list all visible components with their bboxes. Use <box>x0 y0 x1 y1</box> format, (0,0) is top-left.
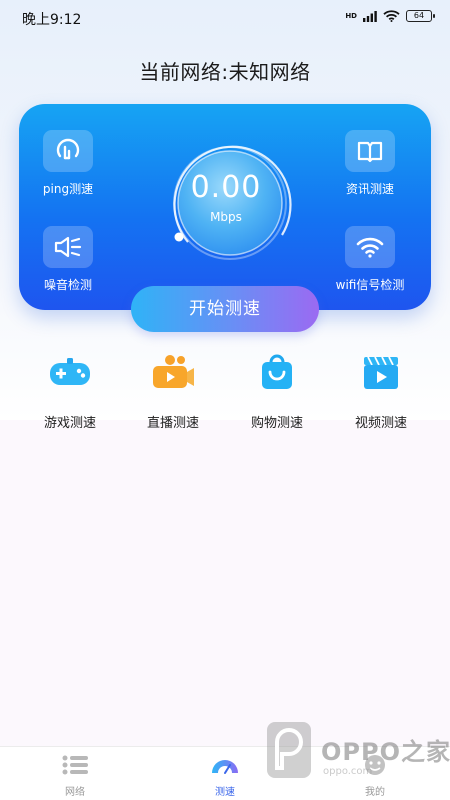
hd-badge: HD <box>345 11 357 20</box>
feature-noise-label: 噪音检测 <box>43 278 92 292</box>
status-bar: 晚上9:12 HD 64 <box>0 0 450 36</box>
video-icon <box>364 356 398 389</box>
watermark: OPPO之家 oppo.com <box>267 722 450 784</box>
gamepad-icon <box>50 358 90 385</box>
wifi-icon <box>345 226 395 268</box>
nav-network[interactable]: 网络 <box>40 753 110 798</box>
feature-info[interactable]: 资讯测速 <box>320 130 420 197</box>
feature-ping[interactable]: ping测速 <box>18 130 118 197</box>
live-camera-icon <box>153 355 194 388</box>
battery-icon: 64 <box>406 10 435 22</box>
watermark-brand: OPPO之家 <box>321 738 450 766</box>
feature-wifi-label: wifi信号检测 <box>335 278 405 292</box>
wifi-status-icon <box>383 10 400 22</box>
speed-gauge <box>173 145 292 260</box>
nav-speed-test-label: 测速 <box>215 787 235 798</box>
speed-value: 0.00 <box>190 170 262 205</box>
scenario-shopping[interactable]: 购物测速 <box>232 352 322 431</box>
shopping-bag-icon <box>262 354 292 389</box>
battery-level: 64 <box>413 11 425 20</box>
list-icon <box>62 755 88 775</box>
status-time: 晚上9:12 <box>22 12 82 28</box>
speedometer-icon <box>212 760 238 774</box>
nav-network-label: 网络 <box>65 787 85 798</box>
scenario-live[interactable]: 直播测速 <box>128 352 218 431</box>
feature-noise[interactable]: 噪音检测 <box>18 226 118 293</box>
watermark-logo <box>267 722 311 778</box>
speed-unit: Mbps <box>210 210 242 224</box>
nav-speed-test[interactable]: 测速 <box>190 753 260 798</box>
content-background <box>0 420 450 746</box>
ping-icon <box>43 130 93 172</box>
status-icons: HD 64 <box>345 10 435 22</box>
feature-wifi[interactable]: wifi信号检测 <box>320 226 420 293</box>
feature-ping-label: ping测速 <box>42 182 94 196</box>
nav-profile-label: 我的 <box>365 787 385 798</box>
noise-icon <box>43 226 93 268</box>
scenario-video[interactable]: 视频测速 <box>336 352 426 431</box>
watermark-site: oppo.com <box>323 766 373 777</box>
scenario-game[interactable]: 游戏测速 <box>25 352 115 431</box>
current-network-title: 当前网络:未知网络 <box>139 60 311 84</box>
scenario-shopping-label: 购物测速 <box>250 416 303 431</box>
cellular-signal-icon <box>363 10 377 22</box>
scenario-game-label: 游戏测速 <box>43 416 96 431</box>
book-icon <box>345 130 395 172</box>
scenario-video-label: 视频测速 <box>354 416 407 431</box>
start-test-button[interactable]: 开始测速 <box>131 286 319 332</box>
scenario-live-label: 直播测速 <box>146 416 199 431</box>
gauge-start-dot <box>174 232 184 242</box>
feature-info-label: 资讯测速 <box>345 182 394 196</box>
